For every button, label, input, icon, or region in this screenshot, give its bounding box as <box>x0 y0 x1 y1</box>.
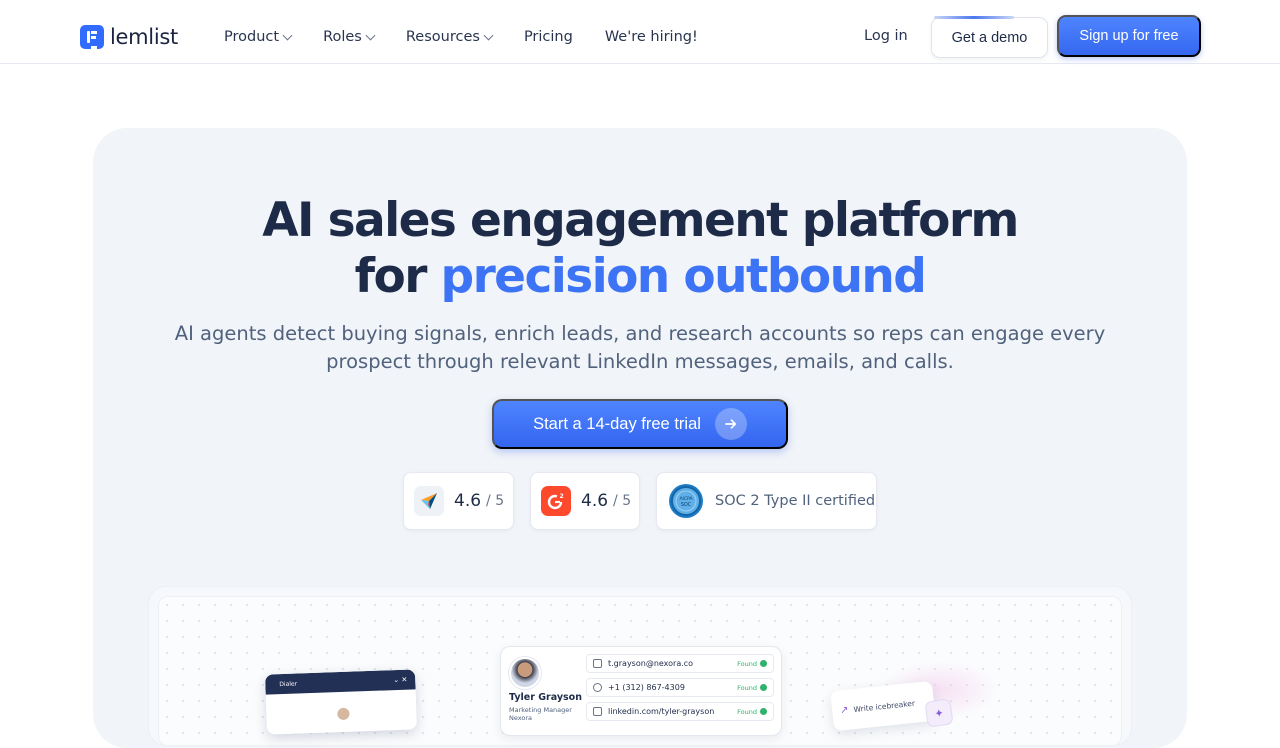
g2-icon: 2 <box>541 486 571 516</box>
svg-text:2: 2 <box>560 493 564 500</box>
nav-item-hiring[interactable]: We're hiring! <box>605 29 698 45</box>
lemlist-logo[interactable]: lemlist <box>80 25 178 49</box>
hero-subtitle: AI agents detect buying signals, enrich … <box>174 322 1106 373</box>
arrow-right-icon <box>714 408 747 440</box>
arrow-up-right-icon: ↗ <box>839 704 850 716</box>
contact-name: Tyler Grayson <box>509 692 582 703</box>
nav-item-resources[interactable]: Resources <box>405 29 494 45</box>
soc2-certification-badge[interactable]: AICPA SOC SOC 2 Type II certified <box>656 472 877 530</box>
rating-score: 4.6 <box>581 491 609 511</box>
icebreaker-label: Write icebreaker <box>853 698 916 714</box>
contact-linkedin: linkedin.com/tyler-grayson <box>608 707 715 716</box>
nav-item-label: Resources <box>405 29 480 45</box>
signup-button[interactable]: Sign up for free <box>1057 15 1201 57</box>
avatar <box>509 657 541 689</box>
hero-title-prefix: for <box>354 249 428 304</box>
chevron-down-icon <box>483 30 494 40</box>
aicpa-soc-icon: AICPA SOC <box>669 484 703 518</box>
contact-email-row[interactable]: t.grayson@nexora.co Found <box>586 654 774 673</box>
status-badge: Found <box>737 684 767 692</box>
nav-item-label: Roles <box>323 29 362 45</box>
phone-icon <box>593 683 602 692</box>
capterra-icon <box>414 486 444 516</box>
brand-name: lemlist <box>110 25 178 49</box>
nav-item-product[interactable]: Product <box>224 29 293 45</box>
main-menu: Product Roles Resources Pricing We're hi… <box>224 29 730 45</box>
hero-title-accent: precision outbound <box>440 249 927 304</box>
dialer-widget[interactable]: Dialer ⌄ ✕ <box>264 669 418 735</box>
nav-item-label: Product <box>224 29 280 45</box>
contact-linkedin-row[interactable]: linkedin.com/tyler-grayson Found <box>586 702 774 721</box>
chevron-down-icon <box>282 30 293 40</box>
contact-phone: +1 (312) 867-4309 <box>608 683 685 692</box>
sparkle-icon[interactable]: ✦ <box>924 698 954 728</box>
login-link[interactable]: Log in <box>864 28 908 44</box>
start-trial-label: Start a 14-day free trial <box>533 414 701 433</box>
start-trial-button[interactable]: Start a 14-day free trial <box>492 399 788 449</box>
dialer-window-controls-icon: ⌄ ✕ <box>393 675 408 685</box>
dialer-header: Dialer ⌄ ✕ <box>264 669 416 695</box>
check-icon <box>760 660 767 667</box>
soc2-label: SOC 2 Type II certified <box>715 493 876 509</box>
nav-item-label: We're hiring! <box>604 29 698 45</box>
top-navigation: lemlist Product Roles Resources Pricing … <box>0 0 1280 64</box>
nav-item-label: Pricing <box>523 29 573 45</box>
svg-text:SOC: SOC <box>681 502 692 508</box>
dialer-title: Dialer <box>279 680 298 688</box>
rating-score: 4.6 <box>454 491 482 511</box>
contact-company: Nexora <box>509 714 533 722</box>
linkedin-icon <box>593 707 602 716</box>
nav-item-roles[interactable]: Roles <box>323 29 376 45</box>
status-badge: Found <box>737 660 767 668</box>
chevron-down-icon <box>365 30 376 40</box>
check-icon <box>760 684 767 691</box>
nav-item-pricing[interactable]: Pricing <box>524 29 573 45</box>
contact-email: t.grayson@nexora.co <box>608 659 694 668</box>
get-demo-button[interactable]: Get a demo <box>931 16 1048 58</box>
hero-title: AI sales engagement platform for precisi… <box>0 193 1280 305</box>
hero-title-line1: AI sales engagement platform <box>262 193 1019 248</box>
check-icon <box>760 708 767 715</box>
capterra-rating-badge[interactable]: 4.6 / 5 <box>403 472 514 530</box>
g2-rating-badge[interactable]: 2 4.6 / 5 <box>530 472 640 530</box>
mail-icon <box>593 659 602 668</box>
rating-outof: / 5 <box>486 493 505 509</box>
contact-role: Marketing Manager <box>509 706 572 714</box>
contact-phone-row[interactable]: +1 (312) 867-4309 Found <box>586 678 774 697</box>
lemlist-logo-icon <box>80 25 104 49</box>
rating-outof: / 5 <box>613 493 632 509</box>
status-badge: Found <box>737 708 767 716</box>
